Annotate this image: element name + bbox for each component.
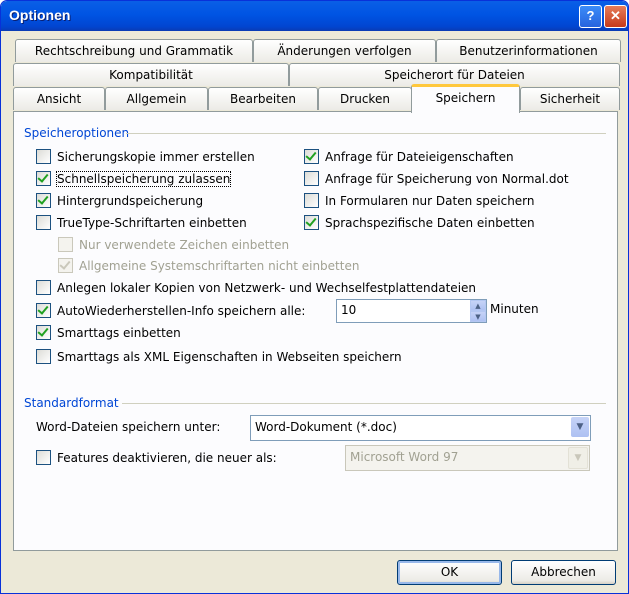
checkbox-box[interactable]	[36, 215, 51, 230]
tab-benutzerinformationen[interactable]: Benutzerinformationen	[436, 39, 621, 62]
checkbox-label: Smarttags als XML Eigenschaften in Webse…	[57, 349, 402, 364]
checkbox-label: Anfrage für Speicherung von Normal.dot	[325, 171, 569, 186]
checkbox-box[interactable]	[36, 303, 51, 318]
save-format-value: Word-Dokument (*.doc)	[255, 420, 397, 434]
tab-sicherheit[interactable]: Sicherheit	[520, 87, 620, 110]
window-title: Optionen	[9, 7, 71, 23]
checkbox-autowiederherstellen[interactable]: AutoWiederherstellen-Info speichern alle…	[36, 303, 305, 318]
checkbox-systemschriftarten: Allgemeine Systemschriftarten nicht einb…	[58, 258, 359, 273]
tab-allgemein[interactable]: Allgemein	[105, 87, 208, 110]
checkbox-label: Anlegen lokaler Kopien von Netzwerk- und…	[57, 280, 477, 295]
tab-rechtschreibung[interactable]: Rechtschreibung und Grammatik	[15, 39, 253, 62]
checkbox-lokale-kopien[interactable]: Anlegen lokaler Kopien von Netzwerk- und…	[36, 280, 476, 295]
group-title-standardformat: Standardformat	[24, 396, 119, 410]
disable-features-value: Microsoft Word 97	[350, 450, 459, 464]
group-divider	[122, 403, 606, 404]
checkbox-box	[58, 258, 73, 273]
checkbox-smarttags-einbetten[interactable]: Smarttags einbetten	[36, 325, 181, 340]
tab-kompatibilitaet[interactable]: Kompatibilität	[13, 63, 289, 86]
save-as-label: Word-Dateien speichern unter:	[36, 420, 221, 434]
checkbox-formular-daten[interactable]: In Formularen nur Daten speichern	[304, 193, 535, 208]
checkbox-nur-verwendete-zeichen: Nur verwendete Zeichen einbetten	[58, 237, 289, 252]
checkbox-box[interactable]	[36, 280, 51, 295]
checkbox-normal-dot[interactable]: Anfrage für Speicherung von Normal.dot	[304, 171, 569, 186]
checkbox-sicherungskopie[interactable]: Sicherungskopie immer erstellen	[36, 149, 255, 164]
checkbox-label: Hintergrundspeicherung	[57, 193, 204, 208]
checkbox-box[interactable]	[36, 349, 51, 364]
checkbox-box[interactable]	[304, 149, 319, 164]
save-format-dropdown[interactable]: Word-Dokument (*.doc) ▼	[250, 415, 591, 441]
group-title-speicheroptionen: Speicheroptionen	[24, 126, 130, 140]
checkbox-label: Schnellspeicherung zulassen	[55, 170, 232, 187]
ok-button[interactable]: OK	[397, 560, 502, 585]
checkbox-dateieigenschaften[interactable]: Anfrage für Dateieigenschaften	[304, 149, 514, 164]
disable-features-dropdown: Microsoft Word 97 ▼	[345, 445, 590, 471]
checkbox-label: Sprachspezifische Daten einbetten	[325, 215, 535, 230]
spinner-up-icon[interactable]: ▲	[470, 300, 486, 311]
checkbox-label: Anfrage für Dateieigenschaften	[325, 149, 514, 164]
checkbox-box[interactable]	[36, 193, 51, 208]
checkbox-box[interactable]	[36, 149, 51, 164]
checkbox-label: Nur verwendete Zeichen einbetten	[79, 237, 290, 252]
checkbox-label: AutoWiederherstellen-Info speichern alle…	[57, 303, 306, 318]
checkbox-box[interactable]	[304, 193, 319, 208]
tab-bearbeiten[interactable]: Bearbeiten	[208, 87, 318, 110]
autosave-minutes-spinner[interactable]: 10 ▲ ▼	[336, 299, 487, 323]
chevron-down-icon: ▼	[568, 447, 588, 469]
autosave-minutes-value[interactable]: 10	[341, 303, 356, 317]
tab-ansicht[interactable]: Ansicht	[13, 87, 105, 110]
checkbox-box[interactable]	[36, 325, 51, 340]
checkbox-label: Features deaktivieren, die neuer als:	[57, 450, 277, 465]
checkbox-label: In Formularen nur Daten speichern	[325, 193, 535, 208]
checkbox-hintergrundspeicherung[interactable]: Hintergrundspeicherung	[36, 193, 203, 208]
checkbox-box	[58, 237, 73, 252]
cancel-button[interactable]: Abbrechen	[511, 560, 616, 585]
group-divider	[126, 133, 606, 134]
options-dialog: Optionen ? ✕ Rechtschreibung und Grammat…	[0, 0, 629, 594]
tab-speicherort[interactable]: Speicherort für Dateien	[289, 63, 620, 86]
checkbox-sprachspezifische-daten[interactable]: Sprachspezifische Daten einbetten	[304, 215, 535, 230]
checkbox-smarttags-xml[interactable]: Smarttags als XML Eigenschaften in Webse…	[36, 349, 402, 364]
checkbox-truetype-einbetten[interactable]: TrueType-Schriftarten einbetten	[36, 215, 247, 230]
checkbox-box[interactable]	[36, 171, 51, 186]
checkbox-box[interactable]	[304, 171, 319, 186]
checkbox-label: Allgemeine Systemschriftarten nicht einb…	[79, 258, 360, 273]
help-icon[interactable]: ?	[579, 5, 602, 28]
chevron-down-icon[interactable]: ▼	[571, 417, 589, 437]
checkbox-label: Smarttags einbetten	[57, 325, 181, 340]
tab-drucken[interactable]: Drucken	[318, 87, 412, 110]
checkbox-box[interactable]	[304, 215, 319, 230]
spinner-down-icon[interactable]: ▼	[470, 311, 486, 322]
tab-panel-speichern: Speicheroptionen Sicherungskopie immer e…	[13, 111, 618, 551]
checkbox-box[interactable]	[36, 450, 51, 465]
autosave-unit-label: Minuten	[490, 302, 539, 316]
title-bar[interactable]: Optionen ? ✕	[1, 1, 628, 31]
checkbox-features-deaktivieren[interactable]: Features deaktivieren, die neuer als:	[36, 450, 277, 465]
close-icon[interactable]: ✕	[604, 5, 627, 28]
checkbox-label: Sicherungskopie immer erstellen	[57, 149, 255, 164]
checkbox-schnellspeicherung[interactable]: Schnellspeicherung zulassen	[36, 170, 232, 187]
tab-aenderungen[interactable]: Änderungen verfolgen	[253, 39, 436, 62]
spinner-buttons: ▲ ▼	[470, 300, 486, 322]
checkbox-label: TrueType-Schriftarten einbetten	[57, 215, 247, 230]
tab-speichern[interactable]: Speichern	[411, 84, 520, 113]
